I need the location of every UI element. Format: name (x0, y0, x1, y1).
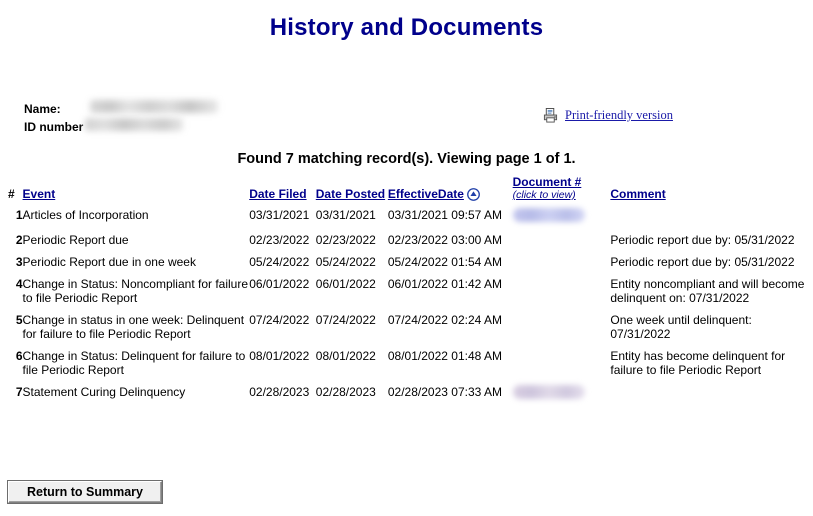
row-date-posted: 03/31/2021 (315, 208, 376, 222)
row-number: 4 (15, 277, 23, 291)
row-number: 2 (15, 233, 23, 247)
record-count-status: Found 7 matching record(s). Viewing page… (237, 151, 576, 167)
row-date-filed: 06/01/2022 (249, 277, 310, 291)
sort-ascending-icon[interactable] (466, 188, 480, 201)
column-header-date-posted[interactable]: Date Posted (316, 175, 388, 205)
row-event: Periodic Report due in one week (22, 255, 196, 269)
row-date-posted: 06/01/2022 (315, 277, 376, 291)
row-effective-date: 02/28/2023 07:33 AM (387, 385, 502, 399)
identity-row-id: ID number (24, 118, 218, 136)
row-number: 7 (15, 385, 23, 399)
page-title: History and Documents (269, 14, 544, 41)
printer-icon (543, 108, 558, 123)
row-number: 1 (15, 208, 23, 222)
row-date-posted: 08/01/2022 (315, 349, 376, 363)
print-friendly-link[interactable]: Print-friendly version (543, 108, 673, 123)
history-records-table: # Event Date Filed Date Posted Effective… (8, 175, 808, 407)
return-to-summary-button[interactable]: Return to Summary (8, 481, 162, 503)
row-comment: Periodic report due by: 05/31/2022 (610, 255, 795, 269)
row-effective-date: 05/24/2022 01:54 AM (387, 255, 502, 269)
table-row: 6 Change in Status: Delinquent for failur… (8, 346, 808, 382)
row-date-filed: 05/24/2022 (249, 255, 310, 269)
row-effective-date: 07/24/2022 02:24 AM (387, 313, 502, 327)
row-comment (610, 205, 808, 230)
row-document-number (513, 252, 611, 274)
id-number-value-redacted (85, 118, 184, 131)
row-date-filed: 07/24/2022 (249, 313, 310, 327)
row-event: Periodic Report due (22, 233, 129, 247)
row-number: 5 (15, 313, 23, 327)
row-effective-date: 06/01/2022 01:42 AM (387, 277, 502, 291)
row-document-number[interactable] (512, 382, 611, 407)
row-number: 3 (15, 255, 23, 269)
table-body: 1 Articles of Incorporation 03/31/2021 03/3… (8, 205, 808, 407)
row-effective-date: 03/31/2021 09:57 AM (387, 208, 502, 222)
row-event: Articles of Incorporation (22, 208, 149, 222)
table-row: 4 Change in Status: Noncompliant for fail… (8, 274, 808, 310)
row-date-filed: 03/31/2021 (249, 208, 310, 222)
column-header-date-filed[interactable]: Date Filed (249, 175, 316, 205)
id-number-label: ID number (24, 120, 84, 134)
row-document-number[interactable] (512, 205, 611, 230)
name-value-redacted (89, 100, 218, 113)
table-row: 7 Statement Curing Delinquency 02/28/2023 0… (8, 382, 808, 407)
table-row: 2 Periodic Report due 02/23/2022 02/23/2022… (8, 230, 808, 252)
row-event: Change in status in one week: Delinquent… (22, 313, 245, 341)
table-header-row: # Event Date Filed Date Posted Effective… (8, 175, 808, 205)
row-effective-date: 08/01/2022 01:48 AM (387, 349, 502, 363)
identity-row-name: Name: (24, 100, 218, 118)
row-comment (610, 382, 808, 407)
row-event: Statement Curing Delinquency (22, 385, 186, 399)
row-event: Change in Status: Delinquent for failure… (22, 349, 246, 377)
row-date-filed: 08/01/2022 (249, 349, 310, 363)
row-date-posted: 07/24/2022 (315, 313, 376, 327)
row-effective-date: 02/23/2022 03:00 AM (387, 233, 502, 247)
row-event: Change in Status: Noncompliant for failu… (22, 277, 249, 305)
row-comment: One week until delinquent: 07/31/2022 (610, 313, 752, 341)
column-header-document[interactable]: Document # (click to view) (513, 175, 611, 205)
row-comment: Entity has become delinquent for failure… (610, 349, 786, 377)
print-friendly-label[interactable]: Print-friendly version (565, 108, 673, 123)
row-document-number (513, 230, 611, 252)
column-header-comment[interactable]: Comment (610, 175, 808, 205)
row-date-posted: 05/24/2022 (315, 255, 376, 269)
row-document-number (513, 346, 611, 382)
column-header-event[interactable]: Event (23, 175, 250, 205)
document-number-redacted[interactable] (512, 208, 585, 222)
row-date-filed: 02/23/2022 (249, 233, 310, 247)
row-date-posted: 02/23/2022 (315, 233, 376, 247)
name-label: Name: (24, 102, 61, 116)
column-header-effective-date[interactable]: EffectiveDate (388, 175, 513, 205)
column-header-document-hint[interactable]: (click to view) (513, 189, 611, 201)
column-header-number: # (8, 187, 15, 201)
row-number: 6 (15, 349, 23, 363)
table-row: 5 Change in status in one week: Delinquen… (8, 310, 808, 346)
row-date-filed: 02/28/2023 (249, 385, 310, 399)
table-row: 1 Articles of Incorporation 03/31/2021 03/3… (8, 205, 808, 230)
row-document-number (513, 310, 611, 346)
row-comment: Periodic report due by: 05/31/2022 (610, 233, 795, 247)
document-number-redacted[interactable] (512, 385, 585, 399)
table-row: 3 Periodic Report due in one week 05/24/20… (8, 252, 808, 274)
row-document-number (513, 274, 611, 310)
identity-block: Name: ID number (24, 100, 218, 136)
row-date-posted: 02/28/2023 (315, 385, 376, 399)
row-comment: Entity noncompliant and will become deli… (610, 277, 805, 305)
